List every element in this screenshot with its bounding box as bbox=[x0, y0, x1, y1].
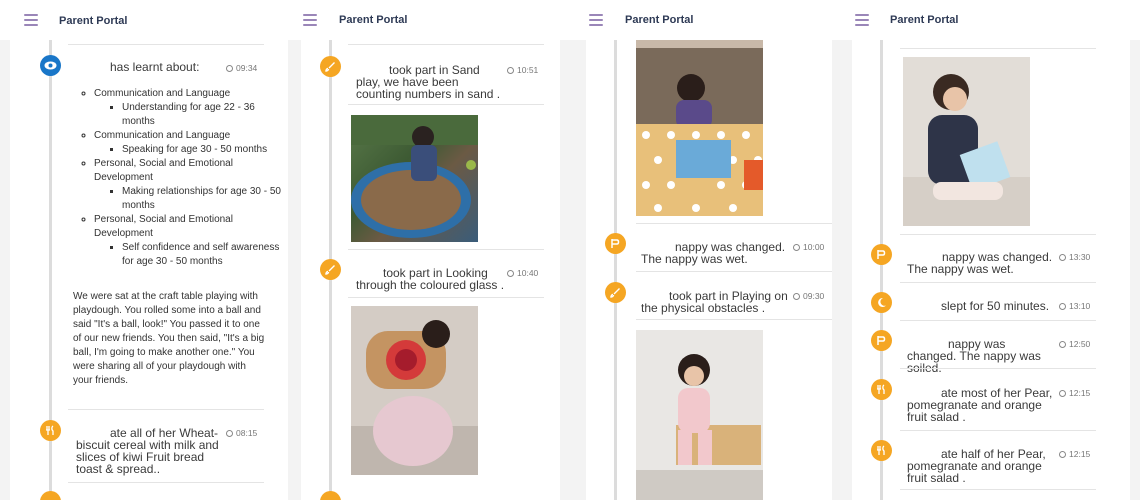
clock-icon bbox=[793, 244, 800, 251]
nappy-time: 10:00 bbox=[793, 242, 824, 252]
fruit-salad-half-text: ate half of her Pear, pomegranate and or… bbox=[907, 447, 1046, 485]
learning-text: has learnt about: bbox=[110, 60, 200, 74]
clock-icon bbox=[793, 293, 800, 300]
left-gutter bbox=[0, 0, 10, 500]
observation-text: We were sat at the craft table playing w… bbox=[73, 291, 265, 386]
painting-photo[interactable] bbox=[636, 40, 763, 216]
sand-play-time: 10:51 bbox=[507, 65, 538, 75]
fruit-salad-most-text: ate most of her Pear, pomegranate and or… bbox=[907, 386, 1053, 424]
clock-icon bbox=[1059, 254, 1066, 261]
app-title: Parent Portal bbox=[59, 15, 128, 27]
looking-glass-photo[interactable] bbox=[351, 306, 478, 475]
nappy-icon[interactable] bbox=[871, 244, 892, 265]
reading-photo[interactable] bbox=[903, 57, 1030, 226]
clock-icon bbox=[1059, 303, 1066, 310]
clock-icon bbox=[226, 65, 233, 72]
fruit-salad-most-time: 12:15 bbox=[1059, 388, 1090, 398]
app-title: Parent Portal bbox=[890, 14, 959, 26]
app-header: Parent Portal bbox=[570, 0, 842, 40]
clock-icon bbox=[1059, 451, 1066, 458]
clock-icon bbox=[1059, 390, 1066, 397]
clock-icon bbox=[507, 67, 514, 74]
list-item: Communication and Language Understanding… bbox=[94, 87, 290, 129]
cutlery-icon[interactable] bbox=[40, 420, 61, 441]
nappy-soiled-time: 12:50 bbox=[1059, 339, 1090, 349]
list-item: Personal, Social and Emotional Developme… bbox=[94, 157, 290, 213]
screen-4: Parent Portal nappy was changed. The nap… bbox=[842, 0, 1140, 500]
activity-icon[interactable] bbox=[320, 491, 341, 500]
meal-time: 08:15 bbox=[226, 428, 257, 438]
nappy-icon[interactable] bbox=[871, 330, 892, 351]
eye-icon[interactable] bbox=[40, 55, 61, 76]
nappy-wet-time: 13:30 bbox=[1059, 252, 1090, 262]
looking-glass-time: 10:40 bbox=[507, 268, 538, 278]
timeline-line bbox=[880, 40, 883, 500]
list-item: Personal, Social and Emotional Developme… bbox=[94, 213, 290, 269]
paintbrush-icon[interactable] bbox=[320, 56, 341, 77]
sand-play-text: took part in Sand play, we have been cou… bbox=[356, 63, 501, 101]
screen-2: Parent Portal took part in Sand play, we… bbox=[298, 0, 570, 500]
sand-play-photo[interactable] bbox=[351, 115, 478, 242]
moon-icon[interactable] bbox=[871, 292, 892, 313]
learning-areas-list: Communication and Language Understanding… bbox=[74, 87, 290, 269]
timeline-line bbox=[614, 40, 617, 500]
looking-glass-text: took part in Looking through the coloure… bbox=[356, 266, 505, 292]
app-header: Parent Portal bbox=[0, 0, 298, 40]
activity-icon[interactable] bbox=[40, 491, 61, 500]
clock-icon bbox=[226, 430, 233, 437]
meal-text: ate all of her Wheat-biscuit cereal with… bbox=[76, 426, 219, 476]
sleep-time: 13:10 bbox=[1059, 301, 1090, 311]
nappy-wet-text: nappy was changed. The nappy was wet. bbox=[907, 250, 1053, 276]
cutlery-icon[interactable] bbox=[871, 440, 892, 461]
menu-icon[interactable] bbox=[303, 14, 317, 26]
obstacles-photo[interactable] bbox=[636, 330, 763, 500]
fruit-salad-half-time: 12:15 bbox=[1059, 449, 1090, 459]
menu-icon[interactable] bbox=[855, 14, 869, 26]
app-title: Parent Portal bbox=[339, 14, 408, 26]
clock-icon bbox=[1059, 341, 1066, 348]
physical-obstacles-time: 09:30 bbox=[793, 291, 824, 301]
nappy-icon[interactable] bbox=[605, 233, 626, 254]
clock-icon bbox=[507, 270, 514, 277]
paintbrush-icon[interactable] bbox=[605, 282, 626, 303]
app-title: Parent Portal bbox=[625, 14, 694, 26]
physical-obstacles-text: took part in Playing on the physical obs… bbox=[641, 289, 788, 315]
screen-3: Parent Portal nappy was changed. The nap… bbox=[570, 0, 842, 500]
cutlery-icon[interactable] bbox=[871, 379, 892, 400]
menu-icon[interactable] bbox=[24, 14, 38, 26]
paintbrush-icon[interactable] bbox=[320, 259, 341, 280]
app-header: Parent Portal bbox=[842, 0, 1140, 40]
list-item: Communication and Language Speaking for … bbox=[94, 129, 290, 157]
nappy-text: nappy was changed. The nappy was wet. bbox=[641, 240, 786, 266]
app-header: Parent Portal bbox=[298, 0, 570, 40]
sleep-text: slept for 50 minutes. bbox=[941, 299, 1050, 313]
menu-icon[interactable] bbox=[589, 14, 603, 26]
learning-time: 09:34 bbox=[226, 63, 257, 73]
screen-1: Parent Portal has learnt about: 09:34 Co… bbox=[0, 0, 298, 500]
